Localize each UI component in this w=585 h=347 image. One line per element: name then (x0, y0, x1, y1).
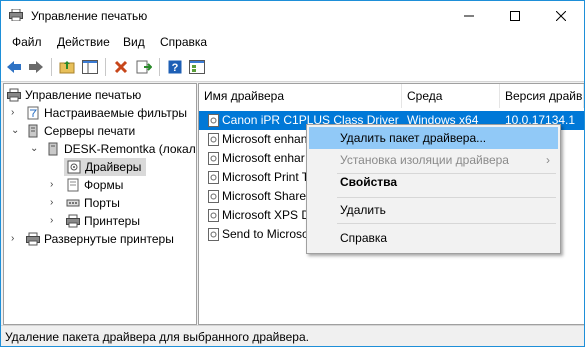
driver-file-icon (208, 228, 219, 241)
help-button[interactable]: ? (165, 57, 185, 77)
minimize-icon (464, 15, 474, 17)
forward-icon (29, 61, 43, 73)
tree-label: Управление печатью (25, 88, 142, 102)
chevron-right-icon: › (546, 153, 550, 167)
minimize-button[interactable] (446, 1, 492, 31)
back-icon (7, 61, 21, 73)
menu-help[interactable]: Справка (160, 35, 207, 49)
ports-icon (66, 199, 80, 207)
driver-file-icon (208, 171, 219, 184)
column-header-environment[interactable]: Среда (402, 84, 500, 108)
context-menu: Удалить пакет драйвера... Установка изол… (306, 124, 561, 254)
driver-file-icon (208, 133, 219, 146)
menu-item-label: Удалить пакет драйвера... (340, 131, 487, 145)
properties-icon (189, 60, 205, 74)
status-text: Удаление пакета драйвера для выбранного … (5, 330, 309, 344)
svg-text:?: ? (172, 62, 179, 74)
show-hide-tree-button[interactable] (80, 57, 100, 77)
driver-file-icon (208, 114, 219, 127)
title-bar[interactable]: Управление печатью (1, 1, 584, 31)
chevron-right-icon[interactable]: › (50, 194, 60, 212)
tree-label: DESK-Remontka (локал (64, 142, 196, 156)
menu-file[interactable]: Файл (12, 35, 42, 49)
tree-pane[interactable]: Управление печатью › Настраиваемые фильт… (3, 83, 197, 325)
printer-icon (7, 88, 21, 102)
driver-file-icon (208, 152, 219, 165)
menu-item-delete-driver-package[interactable]: Удалить пакет драйвера... (309, 127, 558, 149)
tree-item-filters[interactable]: › Настраиваемые фильтры (4, 104, 194, 122)
export-icon (136, 60, 152, 74)
maximize-icon (510, 11, 520, 21)
chevron-right-icon[interactable]: › (11, 104, 21, 122)
tree-label: Серверы печати (44, 124, 136, 138)
driver-name: Microsoft enhan (222, 132, 308, 146)
server-icon (48, 142, 58, 156)
menu-item-driver-isolation[interactable]: Установка изоляции драйвера › (309, 149, 558, 171)
tree-item-root[interactable]: Управление печатью (4, 86, 194, 104)
chevron-down-icon[interactable]: ⌄ (11, 122, 21, 140)
menu-item-label: Удалить (340, 203, 386, 217)
printer-icon (66, 214, 80, 228)
menu-item-help[interactable]: Справка (309, 227, 558, 249)
driver-name: Send to Microso (222, 227, 309, 241)
tree-item-ports[interactable]: › Порты (4, 194, 194, 212)
tree-item-servers[interactable]: ⌄ Серверы печати (4, 122, 194, 140)
forms-icon (67, 178, 79, 192)
driver-file-icon (208, 209, 219, 222)
up-folder-button[interactable] (57, 57, 77, 77)
servers-icon (28, 124, 38, 138)
drivers-icon (67, 160, 81, 174)
up-folder-icon (59, 61, 75, 74)
close-button[interactable] (538, 1, 584, 31)
back-button[interactable] (4, 57, 24, 77)
tree-label: Настраиваемые фильтры (44, 106, 188, 120)
menu-item-properties[interactable]: Свойства (309, 171, 558, 193)
menu-item-label: Справка (340, 231, 388, 245)
status-bar: Удаление пакета драйвера для выбранного … (1, 325, 584, 346)
window-title: Управление печатью (31, 9, 148, 23)
column-header-name[interactable]: Имя драйвера (199, 84, 402, 108)
driver-file-icon (208, 190, 219, 203)
maximize-button[interactable] (492, 1, 538, 31)
driver-name: Microsoft Sharec (222, 189, 313, 203)
delete-icon (114, 60, 128, 74)
filter-icon (27, 106, 39, 120)
chevron-down-icon[interactable]: ⌄ (30, 140, 40, 158)
deployed-printers-icon (26, 232, 40, 246)
forward-button[interactable] (26, 57, 46, 77)
tree-label: Порты (84, 196, 120, 210)
column-header-version[interactable]: Версия драйв (500, 84, 584, 108)
tree-label: Развернутые принтеры (44, 232, 174, 246)
menu-item-label: Свойства (340, 175, 398, 189)
driver-name: Microsoft enhar (222, 151, 305, 165)
chevron-right-icon[interactable]: › (50, 176, 60, 194)
menu-view[interactable]: Вид (123, 35, 145, 49)
properties-button[interactable] (187, 57, 207, 77)
driver-name: Microsoft XPS D (222, 208, 311, 222)
export-button[interactable] (134, 57, 154, 77)
delete-button[interactable] (111, 57, 131, 77)
close-icon (556, 11, 566, 21)
printer-icon (9, 9, 23, 21)
toolbar: ? (1, 53, 584, 82)
menu-action[interactable]: Действие (57, 35, 110, 49)
tree-item-deployed[interactable]: › Развернутые принтеры (4, 230, 194, 248)
tree-item-server[interactable]: ⌄ DESK-Remontka (локал (4, 140, 196, 158)
tree-label: Драйверы (85, 160, 142, 174)
tree-item-printers[interactable]: › Принтеры (4, 212, 194, 230)
show-hide-tree-icon (82, 60, 98, 74)
menu-item-label: Установка изоляции драйвера (340, 153, 509, 167)
chevron-right-icon[interactable]: › (50, 212, 60, 230)
driver-name: Microsoft Print T (222, 170, 310, 184)
tree-item-drivers[interactable]: Драйверы (64, 158, 146, 176)
tree-label: Формы (84, 178, 124, 192)
tree-item-forms[interactable]: › Формы (4, 176, 194, 194)
help-icon: ? (168, 60, 182, 74)
menu-item-delete[interactable]: Удалить (309, 199, 558, 221)
tree-label: Принтеры (84, 214, 140, 228)
chevron-right-icon[interactable]: › (11, 230, 21, 248)
menu-bar: Файл Действие Вид Справка (1, 31, 584, 53)
